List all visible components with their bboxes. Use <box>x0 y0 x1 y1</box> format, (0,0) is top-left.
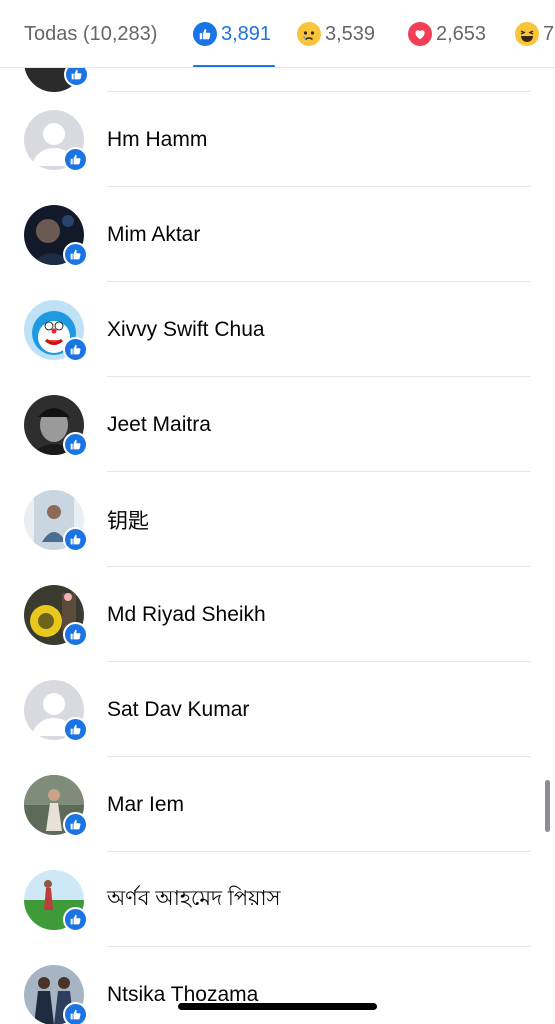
tab-like[interactable]: 3,891 <box>193 0 276 67</box>
like-badge-icon <box>63 717 88 742</box>
active-tab-indicator <box>193 65 276 67</box>
list-item[interactable]: Mar Iem <box>0 757 555 852</box>
list-item[interactable]: Ntsika Thozama <box>0 947 555 1024</box>
home-indicator[interactable] <box>178 1003 377 1010</box>
person-name[interactable]: Jeet Maitra <box>107 377 211 472</box>
tab-sad[interactable]: 3,539 <box>297 0 376 67</box>
like-badge-icon <box>63 1002 88 1024</box>
tab-sad-count: 3,539 <box>325 22 376 45</box>
like-badge-icon <box>63 907 88 932</box>
person-name[interactable]: Hm Hamm <box>107 92 207 187</box>
like-badge-icon <box>63 432 88 457</box>
person-name[interactable]: Ntsika Thozama <box>107 947 258 1024</box>
like-badge-icon <box>63 527 88 552</box>
reaction-tabs: Todas (10,283) 3,891 3,539 2,653 7 <box>0 0 555 68</box>
person-name[interactable]: অর্ণব আহমেদ পিয়াস <box>107 852 281 947</box>
list-item[interactable]: Xivvy Swift Chua <box>0 282 555 377</box>
tab-like-count: 3,891 <box>221 22 272 45</box>
person-name[interactable]: Md Riyad Sheikh <box>107 567 266 662</box>
list-item[interactable]: Hm Hamm <box>0 92 555 187</box>
tab-love-count: 2,653 <box>436 22 487 45</box>
heart-icon <box>408 22 432 46</box>
person-name[interactable]: 钥匙 <box>107 472 149 567</box>
person-name[interactable]: Mar Iem <box>107 757 184 852</box>
like-badge-icon <box>63 147 88 172</box>
person-name[interactable]: Xivvy Swift Chua <box>107 282 265 377</box>
list-item[interactable]: 钥匙 <box>0 472 555 567</box>
like-badge-icon <box>63 242 88 267</box>
list-item[interactable] <box>0 32 555 92</box>
person-name[interactable]: Mim Aktar <box>107 187 200 282</box>
list-item[interactable]: Mim Aktar <box>0 187 555 282</box>
person-name[interactable]: Sat Dav Kumar <box>107 662 249 757</box>
like-badge-icon <box>63 812 88 837</box>
tab-haha-count: 7 <box>543 22 555 45</box>
list-item[interactable]: Sat Dav Kumar <box>0 662 555 757</box>
tab-haha[interactable]: 7 <box>515 0 555 67</box>
list-item[interactable]: অর্ণব আহমেদ পিয়াস <box>0 852 555 947</box>
list-item[interactable]: Md Riyad Sheikh <box>0 567 555 662</box>
scrollbar[interactable] <box>545 780 550 832</box>
laughing-face-icon <box>515 22 539 46</box>
like-badge-icon <box>63 337 88 362</box>
tab-love[interactable]: 2,653 <box>408 0 487 67</box>
list-item[interactable]: Jeet Maitra <box>0 377 555 472</box>
tab-all[interactable]: Todas (10,283) <box>24 0 158 67</box>
like-badge-icon <box>63 622 88 647</box>
tab-all-label: Todas (10,283) <box>24 22 158 45</box>
sad-face-icon <box>297 22 321 46</box>
thumbs-up-icon <box>193 22 217 46</box>
